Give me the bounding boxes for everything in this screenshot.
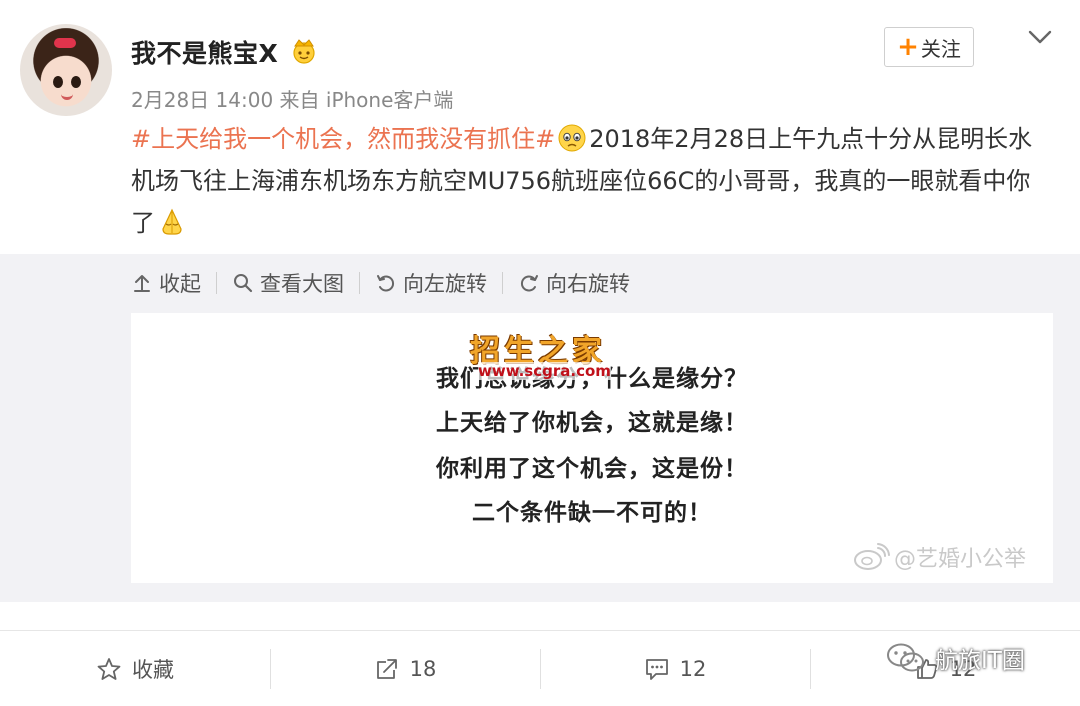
comment-button[interactable]: 12: [540, 631, 810, 706]
rotate-right-button[interactable]: 向右旋转: [518, 268, 630, 298]
view-large-label: 查看大图: [260, 272, 344, 296]
star-icon: [97, 657, 121, 680]
rotate-right-icon: [521, 275, 538, 292]
wechat-icon: [887, 643, 924, 672]
toolbar-divider: [359, 272, 360, 294]
hashtag-link[interactable]: #上天给我一个机会，然而我没有抓住#: [131, 125, 555, 153]
pray-emoji: [162, 208, 182, 235]
toolbar-divider: [216, 272, 217, 294]
pensive-emoji: [558, 124, 586, 152]
post-meta: 2月28日 14:00 来自 iPhone客户端: [131, 88, 454, 112]
repost-count: 18: [409, 656, 437, 681]
plus-icon: +: [897, 32, 919, 62]
comment-icon: [645, 658, 668, 680]
follow-button[interactable]: + 关注: [884, 27, 974, 67]
search-icon: [234, 274, 253, 293]
weibo-watermark-text: @艺婚小公举: [894, 547, 1027, 572]
rotate-left-icon: [377, 275, 394, 292]
repost-icon: [376, 658, 397, 679]
image-text-line: 上天给了你机会，这就是缘！: [436, 410, 748, 436]
rotate-right-label: 向右旋转: [546, 272, 630, 296]
avatar-eye-left: [53, 76, 63, 88]
weibo-watermark: @艺婚小公举: [852, 541, 1026, 573]
avatar-eye-right: [71, 76, 81, 88]
favorite-button[interactable]: 收藏: [0, 631, 270, 706]
crown-icon: [293, 39, 315, 64]
wechat-watermark: 航旅IT圈: [885, 641, 1025, 675]
media-toolbar: 收起 查看大图 向左旋转 向右旋转: [131, 268, 630, 298]
site-watermark-url: www.scgra.com: [478, 362, 611, 380]
comment-count: 12: [679, 656, 707, 681]
collapse-icon: [134, 275, 150, 292]
repost-button[interactable]: 18: [270, 631, 540, 706]
image-text-line: 二个条件缺一不可的！: [472, 500, 712, 526]
image-text-line: 你利用了这个机会，这是份！: [436, 456, 748, 482]
avatar[interactable]: [20, 24, 112, 116]
follow-label: 关注: [920, 36, 961, 61]
rotate-left-label: 向左旋转: [403, 272, 487, 296]
rotate-left-button[interactable]: 向左旋转: [375, 268, 487, 298]
collapse-label: 收起: [159, 272, 201, 296]
post-text: #上天给我一个机会，然而我没有抓住# 2018年2月28日上午九点十分从昆明长水…: [131, 118, 1051, 244]
wechat-watermark-text: 航旅IT圈: [935, 648, 1025, 674]
view-large-button[interactable]: 查看大图: [232, 268, 344, 298]
username[interactable]: 我不是熊宝X: [131, 34, 278, 70]
weibo-logo-icon: [854, 543, 890, 570]
toolbar-divider: [502, 272, 503, 294]
collapse-button[interactable]: 收起: [131, 268, 201, 298]
avatar-bow: [54, 38, 76, 48]
avatar-mouth: [61, 94, 73, 100]
chevron-down-icon[interactable]: [1026, 26, 1054, 48]
favorite-label: 收藏: [132, 657, 174, 682]
